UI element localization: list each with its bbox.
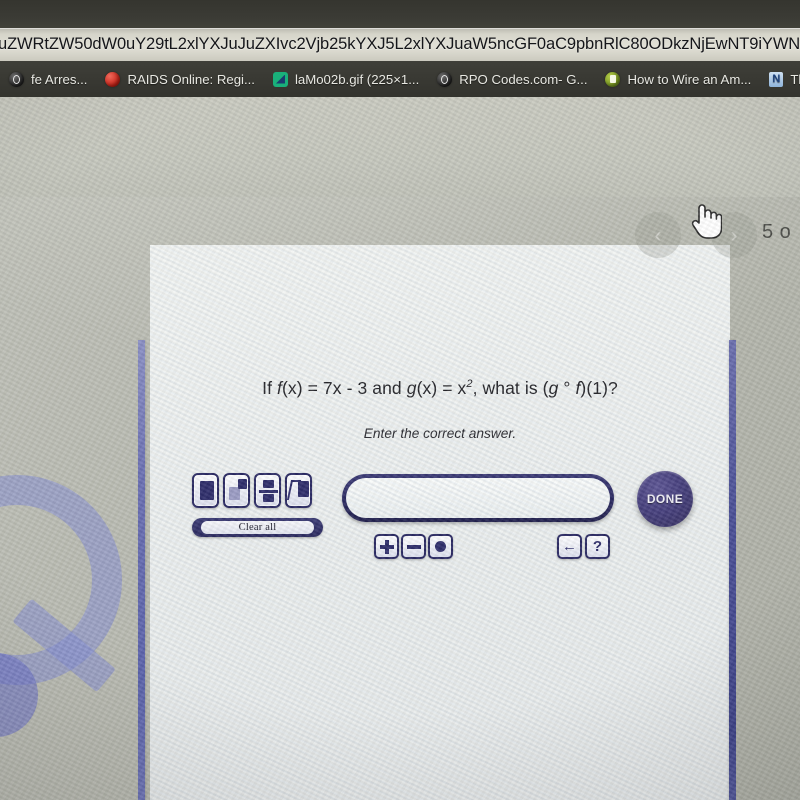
superscript-exponent-icon xyxy=(238,479,247,489)
bookmark-item-the-story-of[interactable]: The story of xyxy=(760,61,800,97)
screenshot-root: uZWRtZW50dW0uY29tL2xlYXJuJuZXIvc2Vjb25kY… xyxy=(0,0,800,800)
fraction-bar-icon xyxy=(259,490,278,493)
done-button[interactable]: DONE xyxy=(637,471,693,527)
instruction-text: Enter the correct answer. xyxy=(363,426,517,441)
page-left-divider xyxy=(138,340,145,800)
bookmark-item-how-to-wire[interactable]: How to Wire an Am... xyxy=(596,61,760,97)
clear-all-button[interactable]: Clear all xyxy=(192,518,323,537)
page-right-divider xyxy=(729,340,736,800)
dark-favicon-icon xyxy=(9,71,24,87)
question-f-args: (x) = 7x - 3 and xyxy=(281,378,407,398)
bookmark-label: How to Wire an Am... xyxy=(627,71,752,87)
bookmarks-bar: fe Arres... RAIDS Online: Regi... laMo02… xyxy=(0,61,800,97)
plus-icon xyxy=(379,539,394,554)
compose-g-symbol: g xyxy=(548,378,559,398)
blue-n-favicon-icon xyxy=(769,71,784,87)
question-text: If f(x) = 7x - 3 and g(x) = x2, what is … xyxy=(150,378,730,399)
minus-key[interactable] xyxy=(401,534,426,559)
answer-input[interactable] xyxy=(346,478,610,518)
radicand-box-icon xyxy=(298,481,309,497)
address-bar-url-text[interactable]: uZWRtZW50dW0uY29tL2xlYXJuJuZXIvc2Vjb25kY… xyxy=(0,35,800,54)
function-g-symbol: g xyxy=(406,378,417,398)
photographed-screen-area: ‹ › 5 o If f(x) = 7x - 3 and g(x) = x2, … xyxy=(0,97,800,800)
page-top-band xyxy=(0,97,800,197)
browser-address-bar[interactable]: uZWRtZW50dW0uY29tL2xlYXJuJuZXIvc2Vjb25kY… xyxy=(0,28,800,61)
answer-input-container[interactable] xyxy=(342,474,614,522)
bookmark-item-rpo-codes[interactable]: RPO Codes.com- G... xyxy=(428,61,596,97)
backspace-key[interactable]: ← xyxy=(557,534,582,559)
fraction-numerator-icon xyxy=(263,480,274,488)
bookmark-label: fe Arres... xyxy=(31,71,88,87)
bookmark-item-fe-arres[interactable]: fe Arres... xyxy=(0,61,96,97)
math-palette xyxy=(192,473,312,508)
chevron-left-icon: ‹ xyxy=(654,223,662,247)
question-mark-icon: ? xyxy=(592,538,603,555)
composition-operator: ° xyxy=(558,378,576,398)
previous-question-button[interactable]: ‹ xyxy=(635,212,681,258)
square-root-key[interactable] xyxy=(285,473,312,508)
question-counter: 5 o xyxy=(762,221,792,243)
dark-globe-favicon-icon xyxy=(437,71,453,87)
red-sphere-favicon-icon xyxy=(105,71,121,87)
done-label: DONE xyxy=(646,492,684,506)
green-image-favicon-icon xyxy=(272,71,288,87)
editing-keypad: ← ? xyxy=(557,534,610,559)
box-icon xyxy=(200,481,214,500)
bookmark-label: RAIDS Online: Regi... xyxy=(127,71,255,87)
question-suffix: )(1)? xyxy=(580,378,618,398)
minus-icon xyxy=(406,544,421,549)
operator-keypad xyxy=(374,534,453,559)
bookmark-label: The story of xyxy=(790,71,800,87)
fraction-denominator-icon xyxy=(263,494,274,502)
bookmark-label: RPO Codes.com- G... xyxy=(459,71,588,87)
question-prefix: If xyxy=(262,378,277,398)
plus-key[interactable] xyxy=(374,534,399,559)
bookmark-label: laMo02b.gif (225×1... xyxy=(294,71,420,87)
bookmark-item-lamo02b-gif[interactable]: laMo02b.gif (225×1... xyxy=(264,61,428,97)
question-mid: , what is ( xyxy=(472,378,549,398)
hand-cursor-icon xyxy=(688,200,723,240)
exponent-key[interactable] xyxy=(223,473,250,508)
chevron-right-icon: › xyxy=(730,223,738,247)
arrow-left-icon: ← xyxy=(562,538,577,555)
decimal-point-key[interactable] xyxy=(428,534,453,559)
fraction-key[interactable] xyxy=(254,473,281,508)
olive-video-favicon-icon xyxy=(605,71,621,87)
text-box-key[interactable] xyxy=(192,473,219,508)
bookmark-item-raids-online[interactable]: RAIDS Online: Regi... xyxy=(96,61,264,97)
browser-tabstrip xyxy=(0,0,800,30)
question-g-args: (x) = x xyxy=(416,378,467,398)
help-key[interactable]: ? xyxy=(585,534,610,559)
clear-all-label: Clear all xyxy=(201,521,314,534)
